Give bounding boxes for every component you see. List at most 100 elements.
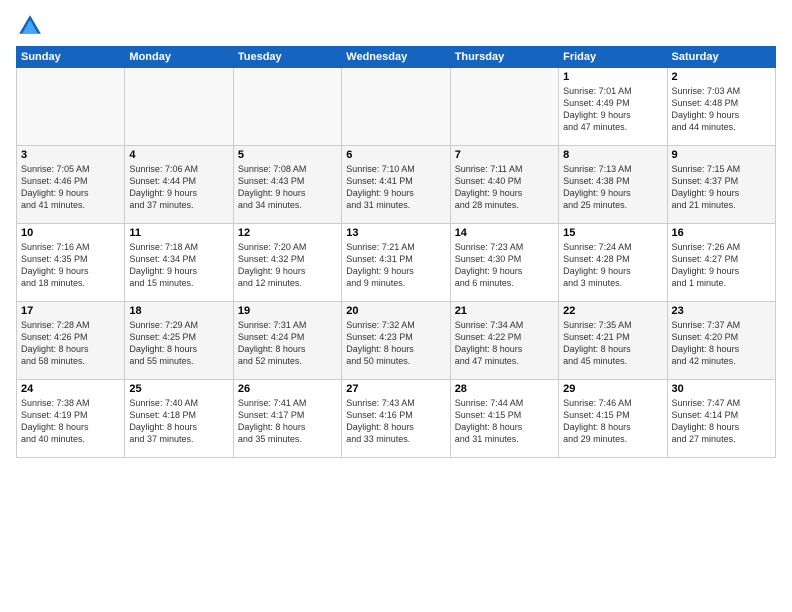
calendar-week-2: 3 Sunrise: 7:05 AM Sunset: 4:46 PM Daylig… [17,146,776,224]
calendar-cell: 30Sunrise: 7:47 AM Sunset: 4:14 PM Dayli… [667,380,775,458]
day-number: 21 [455,305,554,317]
calendar-cell: 21 Sunrise: 7:34 AM Sunset: 4:22 PM Dayli… [450,302,558,380]
day-detail: Sunrise: 7:31 AM Sunset: 4:24 PM Dayligh… [238,319,337,368]
day-number: 3 [21,149,120,161]
calendar-week-4: 17 Sunrise: 7:28 AM Sunset: 4:26 PM Dayli… [17,302,776,380]
calendar-cell: 10Sunrise: 7:16 AM Sunset: 4:35 PM Dayli… [17,224,125,302]
day-detail: Sunrise: 7:01 AM Sunset: 4:49 PM Dayligh… [563,85,662,134]
day-number: 10 [21,227,120,239]
day-number: 1 [563,71,662,83]
calendar-cell: 19 Sunrise: 7:31 AM Sunset: 4:24 PM Dayli… [233,302,341,380]
day-number: 29 [563,383,662,395]
day-number: 11 [129,227,228,239]
calendar: SundayMondayTuesdayWednesdayThursdayFrid… [16,46,776,458]
day-detail: Sunrise: 7:32 AM Sunset: 4:23 PM Dayligh… [346,319,445,368]
calendar-cell: 12 Sunrise: 7:20 AM Sunset: 4:32 PM Dayli… [233,224,341,302]
day-detail: Sunrise: 7:03 AM Sunset: 4:48 PM Dayligh… [672,85,771,134]
day-number: 25 [129,383,228,395]
day-detail: Sunrise: 7:08 AM Sunset: 4:43 PM Dayligh… [238,163,337,212]
day-detail: Sunrise: 7:10 AM Sunset: 4:41 PM Dayligh… [346,163,445,212]
calendar-cell: 14 Sunrise: 7:23 AM Sunset: 4:30 PM Dayli… [450,224,558,302]
day-number: 9 [672,149,771,161]
day-number: 6 [346,149,445,161]
day-detail: Sunrise: 7:06 AM Sunset: 4:44 PM Dayligh… [129,163,228,212]
calendar-cell: 4Sunrise: 7:06 AM Sunset: 4:44 PM Daylig… [125,146,233,224]
calendar-week-1: 1 Sunrise: 7:01 AM Sunset: 4:49 PM Daylig… [17,68,776,146]
calendar-cell: 28Sunrise: 7:44 AM Sunset: 4:15 PM Dayli… [450,380,558,458]
calendar-cell: 29 Sunrise: 7:46 AM Sunset: 4:15 PM Dayli… [559,380,667,458]
day-detail: Sunrise: 7:38 AM Sunset: 4:19 PM Dayligh… [21,397,120,446]
weekday-header-thursday: Thursday [450,47,558,68]
day-number: 23 [672,305,771,317]
calendar-cell: 1 Sunrise: 7:01 AM Sunset: 4:49 PM Daylig… [559,68,667,146]
weekday-header-saturday: Saturday [667,47,775,68]
day-number: 19 [238,305,337,317]
calendar-cell: 20Sunrise: 7:32 AM Sunset: 4:23 PM Dayli… [342,302,450,380]
calendar-cell: 25 Sunrise: 7:40 AM Sunset: 4:18 PM Dayli… [125,380,233,458]
day-number: 13 [346,227,445,239]
calendar-cell: 18Sunrise: 7:29 AM Sunset: 4:25 PM Dayli… [125,302,233,380]
calendar-week-5: 24 Sunrise: 7:38 AM Sunset: 4:19 PM Dayli… [17,380,776,458]
day-number: 8 [563,149,662,161]
day-detail: Sunrise: 7:15 AM Sunset: 4:37 PM Dayligh… [672,163,771,212]
day-detail: Sunrise: 7:47 AM Sunset: 4:14 PM Dayligh… [672,397,771,446]
day-detail: Sunrise: 7:46 AM Sunset: 4:15 PM Dayligh… [563,397,662,446]
calendar-cell [17,68,125,146]
calendar-cell: 2 Sunrise: 7:03 AM Sunset: 4:48 PM Daylig… [667,68,775,146]
day-number: 2 [672,71,771,83]
day-detail: Sunrise: 7:13 AM Sunset: 4:38 PM Dayligh… [563,163,662,212]
weekday-header-tuesday: Tuesday [233,47,341,68]
weekday-header-monday: Monday [125,47,233,68]
calendar-cell: 7 Sunrise: 7:11 AM Sunset: 4:40 PM Daylig… [450,146,558,224]
calendar-cell: 26Sunrise: 7:41 AM Sunset: 4:17 PM Dayli… [233,380,341,458]
calendar-cell: 27Sunrise: 7:43 AM Sunset: 4:16 PM Dayli… [342,380,450,458]
calendar-cell: 23Sunrise: 7:37 AM Sunset: 4:20 PM Dayli… [667,302,775,380]
day-detail: Sunrise: 7:21 AM Sunset: 4:31 PM Dayligh… [346,241,445,290]
day-number: 22 [563,305,662,317]
day-detail: Sunrise: 7:23 AM Sunset: 4:30 PM Dayligh… [455,241,554,290]
day-detail: Sunrise: 7:20 AM Sunset: 4:32 PM Dayligh… [238,241,337,290]
day-detail: Sunrise: 7:40 AM Sunset: 4:18 PM Dayligh… [129,397,228,446]
day-detail: Sunrise: 7:24 AM Sunset: 4:28 PM Dayligh… [563,241,662,290]
day-number: 18 [129,305,228,317]
calendar-cell: 9 Sunrise: 7:15 AM Sunset: 4:37 PM Daylig… [667,146,775,224]
calendar-cell: 5 Sunrise: 7:08 AM Sunset: 4:43 PM Daylig… [233,146,341,224]
logo [16,12,48,40]
calendar-cell: 3 Sunrise: 7:05 AM Sunset: 4:46 PM Daylig… [17,146,125,224]
day-number: 7 [455,149,554,161]
day-detail: Sunrise: 7:05 AM Sunset: 4:46 PM Dayligh… [21,163,120,212]
calendar-cell [125,68,233,146]
day-detail: Sunrise: 7:18 AM Sunset: 4:34 PM Dayligh… [129,241,228,290]
calendar-week-3: 10Sunrise: 7:16 AM Sunset: 4:35 PM Dayli… [17,224,776,302]
calendar-cell: 13 Sunrise: 7:21 AM Sunset: 4:31 PM Dayli… [342,224,450,302]
day-number: 27 [346,383,445,395]
day-detail: Sunrise: 7:41 AM Sunset: 4:17 PM Dayligh… [238,397,337,446]
day-number: 28 [455,383,554,395]
day-detail: Sunrise: 7:34 AM Sunset: 4:22 PM Dayligh… [455,319,554,368]
calendar-cell: 6 Sunrise: 7:10 AM Sunset: 4:41 PM Daylig… [342,146,450,224]
calendar-cell [342,68,450,146]
calendar-cell: 11 Sunrise: 7:18 AM Sunset: 4:34 PM Dayli… [125,224,233,302]
day-number: 16 [672,227,771,239]
day-detail: Sunrise: 7:28 AM Sunset: 4:26 PM Dayligh… [21,319,120,368]
calendar-body: 1 Sunrise: 7:01 AM Sunset: 4:49 PM Daylig… [17,68,776,458]
day-number: 17 [21,305,120,317]
day-number: 24 [21,383,120,395]
weekday-header-row: SundayMondayTuesdayWednesdayThursdayFrid… [17,47,776,68]
calendar-cell: 15 Sunrise: 7:24 AM Sunset: 4:28 PM Dayli… [559,224,667,302]
logo-icon [16,12,44,40]
day-detail: Sunrise: 7:26 AM Sunset: 4:27 PM Dayligh… [672,241,771,290]
calendar-cell: 17 Sunrise: 7:28 AM Sunset: 4:26 PM Dayli… [17,302,125,380]
calendar-cell: 8 Sunrise: 7:13 AM Sunset: 4:38 PM Daylig… [559,146,667,224]
day-detail: Sunrise: 7:11 AM Sunset: 4:40 PM Dayligh… [455,163,554,212]
calendar-cell [450,68,558,146]
day-number: 14 [455,227,554,239]
day-number: 15 [563,227,662,239]
day-number: 5 [238,149,337,161]
page: SundayMondayTuesdayWednesdayThursdayFrid… [0,0,792,612]
weekday-header-wednesday: Wednesday [342,47,450,68]
day-number: 12 [238,227,337,239]
day-detail: Sunrise: 7:35 AM Sunset: 4:21 PM Dayligh… [563,319,662,368]
calendar-cell: 24 Sunrise: 7:38 AM Sunset: 4:19 PM Dayli… [17,380,125,458]
weekday-header-friday: Friday [559,47,667,68]
